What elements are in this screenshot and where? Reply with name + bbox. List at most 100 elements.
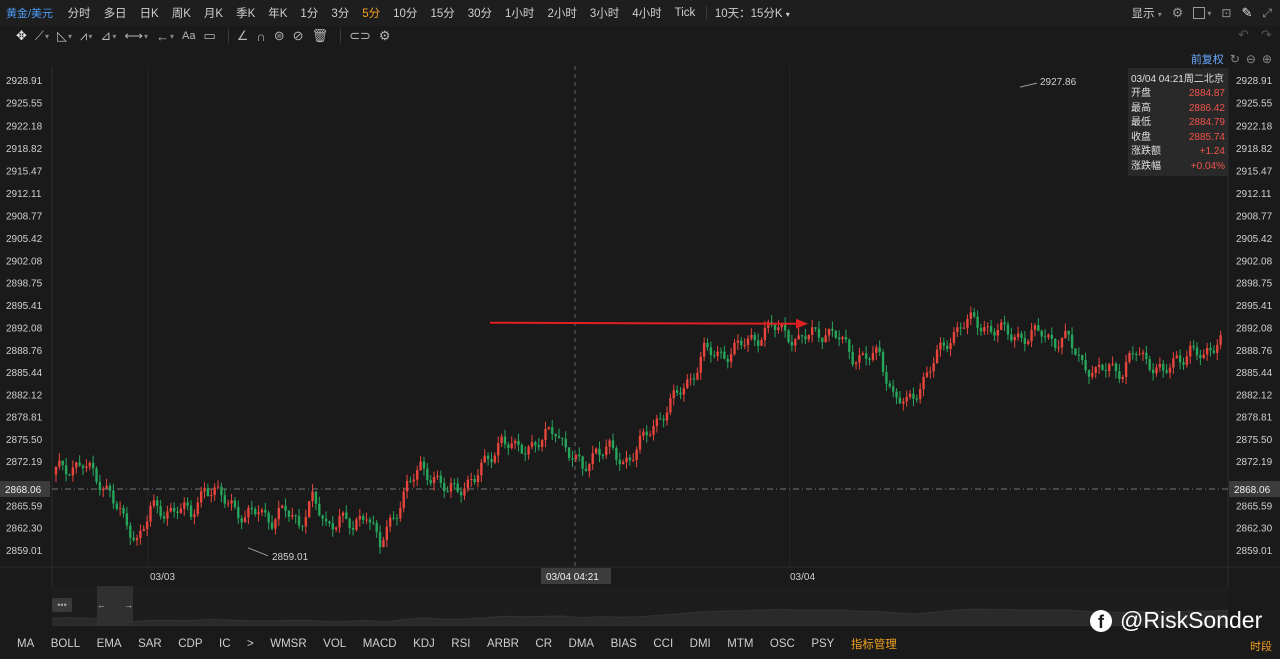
navigator-window[interactable]: ← → xyxy=(97,586,133,626)
hide-icon[interactable]: ⊘ xyxy=(293,28,304,44)
pen-edit-icon[interactable]: ✎ xyxy=(1241,5,1252,21)
trend-icon[interactable]: ◺ ▾ xyxy=(57,28,72,44)
arrow-icon[interactable]: ← ▾ xyxy=(156,29,174,44)
gear-icon[interactable]: ⚙ xyxy=(1172,5,1184,21)
indicator-tab[interactable]: SAR xyxy=(138,638,162,650)
indicator-tab[interactable]: MA xyxy=(17,638,34,650)
candle-body xyxy=(186,502,189,506)
period-tab[interactable]: 多日 xyxy=(97,5,133,21)
candle-body xyxy=(868,358,871,360)
indicator-tab[interactable]: IC xyxy=(219,638,231,650)
indicator-tab[interactable]: KDJ xyxy=(413,638,435,650)
period-tab[interactable]: 1小时 xyxy=(499,5,541,21)
move-icon[interactable]: ✥ xyxy=(16,28,27,44)
text-icon[interactable]: Aa xyxy=(182,30,195,42)
fib-icon[interactable]: ⊿ ▾ xyxy=(100,28,116,44)
candlestick-chart-svg[interactable]: 2928.91 2928.91 2925.55 2925.55 2922.18 2922.… xyxy=(0,66,1280,586)
indicator-tab[interactable]: DMI xyxy=(690,638,711,650)
link-icon[interactable]: ⊂⊃ xyxy=(349,28,371,44)
indicator-tab[interactable]: > xyxy=(247,638,254,650)
navigator-menu-handle[interactable]: ••• xyxy=(52,598,72,612)
indicator-tab[interactable]: WMSR xyxy=(270,638,306,650)
period-tab[interactable]: 2小时 xyxy=(541,5,583,21)
time-segment-button[interactable]: 时段 xyxy=(1250,638,1272,654)
range-navigator[interactable] xyxy=(51,586,1229,627)
period-tab[interactable]: 季K xyxy=(230,5,262,21)
nav-left-arrow-icon[interactable]: ← xyxy=(97,600,106,610)
indicator-tab[interactable]: EMA xyxy=(97,638,122,650)
lock-icon[interactable]: ⊜ xyxy=(274,28,285,44)
indicator-tab[interactable]: RSI xyxy=(451,638,470,650)
candle-body xyxy=(1047,334,1050,338)
line-icon[interactable]: ⟋ ▾ xyxy=(35,28,49,44)
indicator-tab[interactable]: BIAS xyxy=(611,638,637,650)
period-tab[interactable]: 周K xyxy=(165,5,197,21)
display-dropdown[interactable]: 显示 ▾ xyxy=(1132,5,1162,21)
candle-body xyxy=(780,324,783,328)
indicator-tab[interactable]: VOL xyxy=(323,638,346,650)
indicator-tab[interactable]: MACD xyxy=(363,638,397,650)
period-tab[interactable]: 3分 xyxy=(325,5,356,21)
pen-icon[interactable]: ∠ xyxy=(237,28,249,44)
symbol-label[interactable]: 黄金/美元 xyxy=(0,5,61,21)
display-label: 显示 xyxy=(1131,8,1155,20)
period-tab[interactable]: 分时 xyxy=(61,5,97,21)
info-value: 2884.79 xyxy=(1188,117,1225,128)
period-tab[interactable]: 年K xyxy=(262,5,294,21)
wave-icon[interactable]: ⩘ ▾ xyxy=(80,28,92,44)
reset-icon[interactable]: ↻ xyxy=(1230,52,1240,66)
candle-body xyxy=(1195,347,1199,356)
candle-body xyxy=(253,509,257,515)
candle-body xyxy=(372,522,375,524)
fullscreen-icon[interactable]: ⤢ xyxy=(1262,6,1272,21)
trash-icon[interactable]: 🗑︎ xyxy=(312,28,329,44)
period-tab[interactable]: 月K xyxy=(197,5,229,21)
period-tab[interactable]: 1分 xyxy=(294,5,325,21)
period-tab[interactable]: 15分 xyxy=(424,5,461,21)
candle-body xyxy=(466,479,470,489)
indicator-tab[interactable]: BOLL xyxy=(51,638,80,650)
period-tab[interactable]: 4小时 xyxy=(626,5,668,21)
candle-body xyxy=(260,509,264,513)
indicator-manager-button[interactable]: 指标管理 xyxy=(851,636,897,652)
price-chart[interactable]: 2928.91 2928.91 2925.55 2925.55 2922.18 2922.… xyxy=(0,66,1280,586)
indicator-tab[interactable]: DMA xyxy=(569,638,595,650)
zoom-in-icon[interactable]: ⊕ xyxy=(1262,52,1272,66)
indicator-tab[interactable]: OSC xyxy=(770,638,795,650)
undo-icon[interactable]: ↶ xyxy=(1238,27,1249,43)
chevron-down-icon[interactable]: ▾ xyxy=(1207,9,1211,18)
period-tab[interactable]: Tick xyxy=(668,7,702,19)
candle-body xyxy=(321,515,324,519)
camera-icon[interactable]: ⊡ xyxy=(1221,6,1231,20)
zoom-out-icon[interactable]: ⊖ xyxy=(1246,52,1256,66)
candle-body xyxy=(912,393,915,399)
candle-body xyxy=(223,495,226,504)
info-datetime: 03/04 04:21周二北京 xyxy=(1131,74,1224,85)
period-tab[interactable]: 日K xyxy=(133,5,165,21)
indicator-tab[interactable]: CCI xyxy=(653,638,673,650)
indicator-tab[interactable]: PSY xyxy=(811,638,834,650)
candle-body xyxy=(250,507,253,510)
indicator-tab[interactable]: CR xyxy=(535,638,552,650)
current-price-label: 2868.06 xyxy=(5,485,42,496)
indicator-tab[interactable]: ARBR xyxy=(487,638,519,650)
period-tab[interactable]: 3小时 xyxy=(583,5,625,21)
magnet-icon[interactable]: ∩ xyxy=(256,29,265,44)
indicator-tab[interactable]: MTM xyxy=(727,638,753,650)
indicator-tab[interactable]: CDP xyxy=(178,638,202,650)
layout-icon[interactable] xyxy=(1193,7,1206,19)
candle-body xyxy=(1189,345,1192,357)
redo-icon[interactable]: ↷ xyxy=(1261,27,1272,43)
period-tab[interactable]: 10分 xyxy=(387,5,424,21)
candle-body xyxy=(976,316,979,328)
adjust-mode-button[interactable]: 前复权 xyxy=(1191,51,1224,67)
period-tab[interactable]: 30分 xyxy=(461,5,498,21)
candle-body xyxy=(986,326,989,328)
multi-view-select[interactable]: 10天：15分K ▾ xyxy=(711,5,794,21)
settings-icon[interactable]: ⚙ xyxy=(379,28,391,44)
period-tab[interactable]: 5分 xyxy=(356,5,387,21)
nav-right-arrow-icon[interactable]: → xyxy=(124,600,133,610)
high-marker-label: 2927.86 xyxy=(1040,77,1077,88)
measure-icon[interactable]: ⟷ ▾ xyxy=(124,28,148,44)
comment-icon[interactable]: ▭ xyxy=(203,28,215,44)
